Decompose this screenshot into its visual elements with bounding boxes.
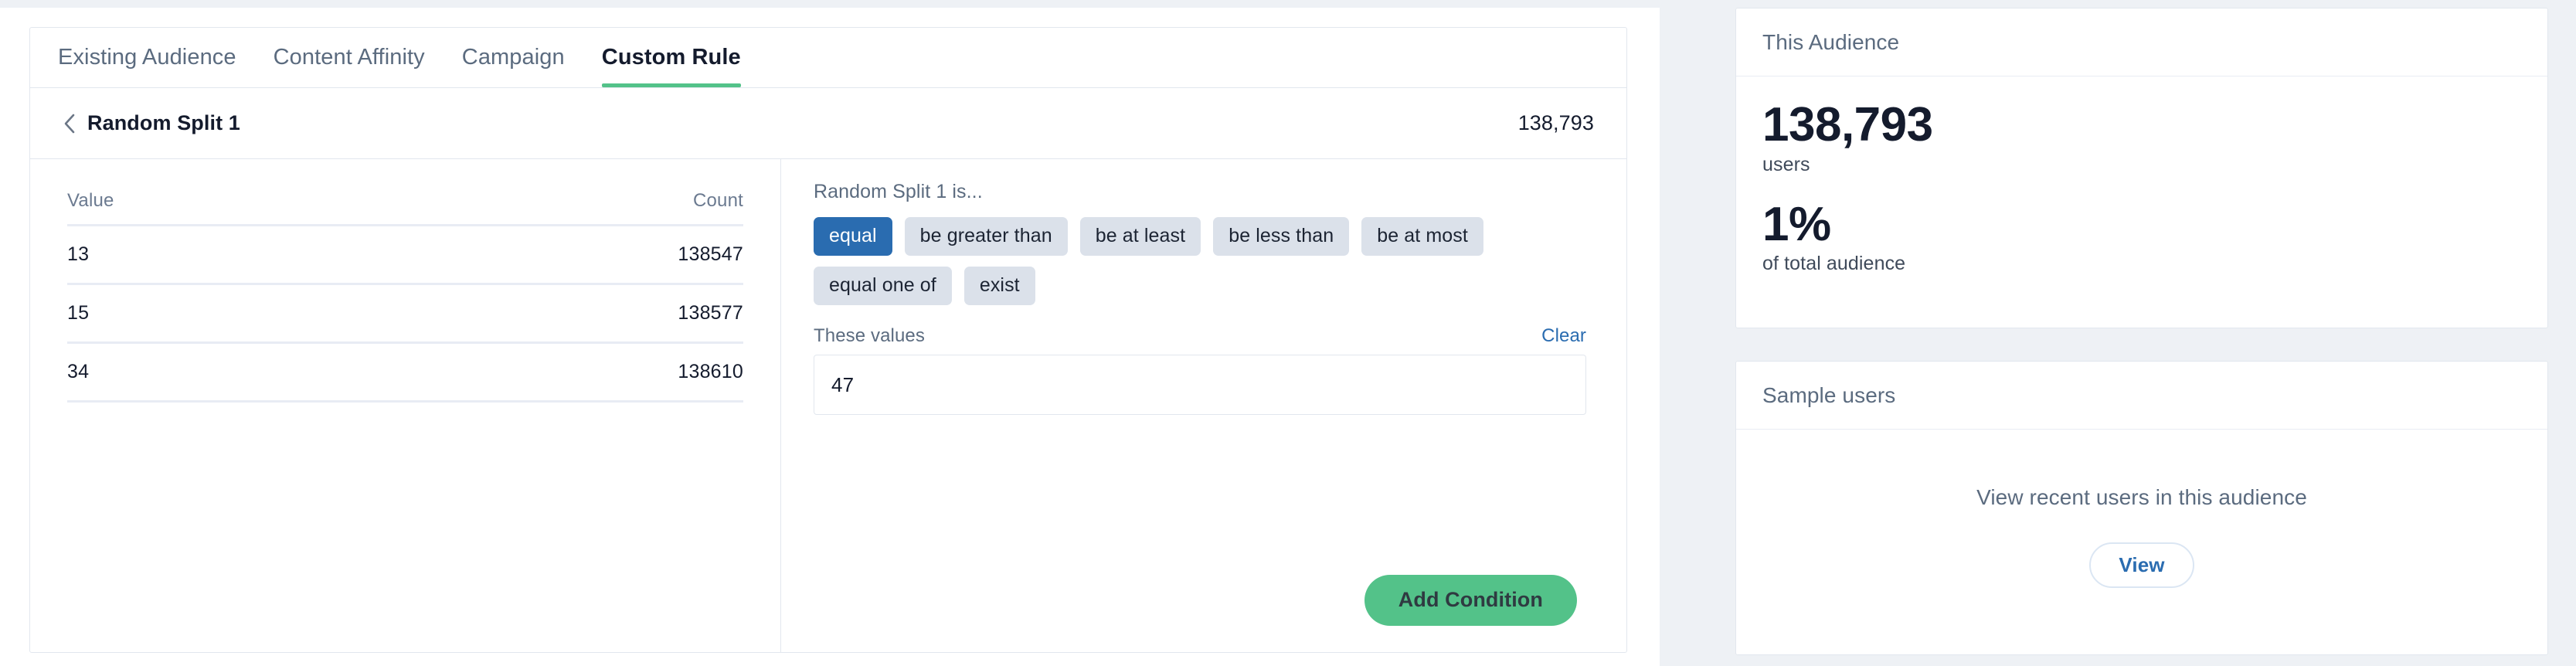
value-count-table: Value Count 13 138547 15 138577 34 13861… [67, 179, 743, 403]
cell-value: 13 [67, 225, 406, 285]
condition-footer: Add Condition [814, 575, 1586, 626]
sample-users-empty-text: View recent users in this audience [1976, 484, 2307, 509]
values-input[interactable] [814, 355, 1586, 415]
tab-label: Existing Audience [58, 45, 236, 70]
this-audience-card-header: This Audience [1736, 8, 2547, 76]
sample-users-card-body: View recent users in this audience View [1736, 430, 2547, 654]
table-head: Value Count [67, 179, 743, 226]
add-condition-button[interactable]: Add Condition [1364, 575, 1577, 626]
operator-equal-one-of[interactable]: equal one of [814, 267, 952, 305]
table-row[interactable]: 15 138577 [67, 284, 743, 344]
clipped-row-above [0, 0, 2576, 8]
operator-equal[interactable]: equal [814, 217, 892, 256]
cell-value: 34 [67, 342, 406, 403]
this-audience-card-body: 138,793 users 1% of total audience [1736, 76, 2547, 275]
table-body: 13 138547 15 138577 34 138610 [67, 225, 743, 403]
this-audience-title: This Audience [1762, 29, 1900, 54]
sample-users-card: Sample users View recent users in this a… [1735, 361, 2548, 655]
rule-body: Value Count 13 138547 15 138577 34 13861… [30, 159, 1626, 652]
cell-value: 15 [67, 284, 406, 344]
main-content-column: Existing Audience Content Affinity Campa… [0, 8, 1660, 666]
table-row[interactable]: 13 138547 [67, 225, 743, 285]
operator-options: equal be greater than be at least be les… [814, 217, 1586, 305]
tab-label: Custom Rule [601, 45, 741, 70]
tab-label: Campaign [461, 45, 565, 70]
tab-content-affinity[interactable]: Content Affinity [274, 28, 425, 87]
view-sample-users-button[interactable]: View [2089, 542, 2194, 588]
audience-percent-label: of total audience [1762, 253, 1906, 275]
operator-exist[interactable]: exist [963, 267, 1035, 305]
values-label: These values [814, 325, 925, 346]
sample-users-card-header: Sample users [1736, 362, 2547, 430]
operator-be-less-than[interactable]: be less than [1213, 217, 1350, 256]
this-audience-card: This Audience 138,793 users 1% of total … [1735, 8, 2548, 328]
condition-prompt: Random Split 1 is... [814, 181, 983, 202]
audience-percent-value: 1% [1762, 197, 1831, 251]
clear-values-link[interactable]: Clear [1541, 325, 1586, 347]
sample-users-title: Sample users [1762, 382, 1896, 407]
stat-spacer [1762, 176, 2521, 199]
right-sidebar: This Audience 138,793 users 1% of total … [1735, 8, 2548, 666]
rule-count: 138,793 [1517, 111, 1594, 134]
operator-be-greater-than[interactable]: be greater than [904, 217, 1068, 256]
cell-count: 138577 [405, 284, 743, 344]
audience-builder-screen: Existing Audience Content Affinity Campa… [0, 0, 2576, 666]
condition-editor-pane: Random Split 1 is... equal be greater th… [781, 159, 1626, 652]
tab-campaign[interactable]: Campaign [462, 28, 565, 87]
tab-custom-rule[interactable]: Custom Rule [601, 28, 741, 87]
table-header-row: Value Count [67, 179, 743, 226]
cell-count: 138610 [405, 342, 743, 403]
chevron-left-icon[interactable] [61, 112, 78, 135]
column-header-count: Count [405, 179, 743, 226]
rule-header: Random Split 1 138,793 [30, 88, 1626, 159]
table-row[interactable]: 34 138610 [67, 342, 743, 403]
operator-be-at-most[interactable]: be at most [1361, 217, 1483, 256]
tab-label: Content Affinity [273, 45, 425, 70]
column-header-value: Value [67, 179, 406, 226]
rule-title: Random Split 1 [87, 111, 240, 134]
rule-type-tabs: Existing Audience Content Affinity Campa… [30, 28, 1626, 88]
custom-rule-builder-card: Existing Audience Content Affinity Campa… [29, 27, 1627, 653]
tab-existing-audience[interactable]: Existing Audience [58, 28, 236, 87]
audience-users-value: 138,793 [1762, 98, 1933, 151]
cell-count: 138547 [405, 225, 743, 285]
values-header: These values Clear [814, 325, 1586, 347]
operator-be-at-least[interactable]: be at least [1079, 217, 1201, 256]
value-distribution-pane: Value Count 13 138547 15 138577 34 13861… [30, 159, 781, 652]
audience-users-label: users [1762, 153, 1810, 175]
